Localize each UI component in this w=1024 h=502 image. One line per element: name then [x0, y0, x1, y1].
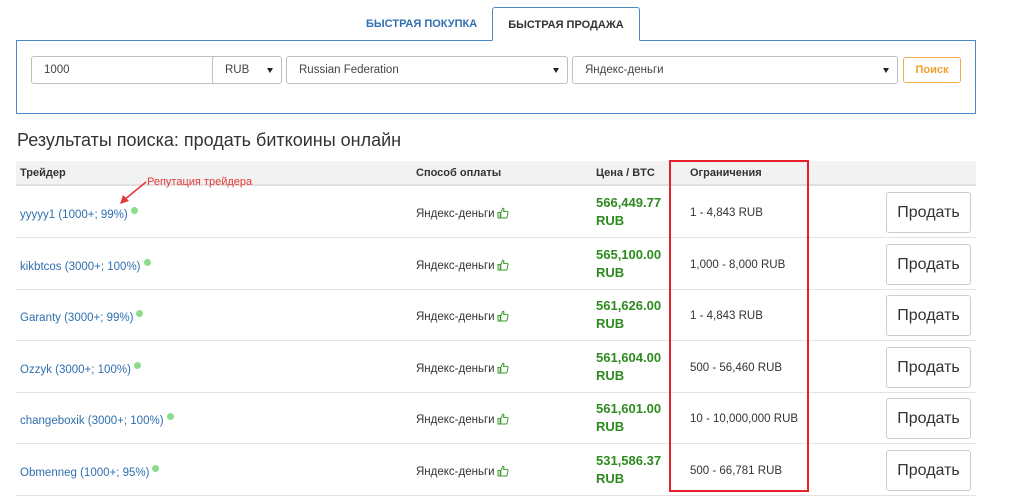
price-value: 566,449.77 — [596, 195, 662, 210]
currency-select[interactable]: RUB — [212, 56, 282, 84]
annotation-arrow-icon — [120, 181, 147, 204]
online-status-icon — [152, 464, 160, 472]
trader-link[interactable]: kikbtcos (3000+; 100%) — [20, 258, 151, 273]
limits-cell: 1 - 4,843 RUB — [690, 207, 763, 219]
sell-button[interactable]: Продать — [886, 398, 971, 439]
amount-input[interactable]: 1000 — [31, 56, 221, 84]
online-status-icon — [133, 361, 141, 369]
trader-name: Obmenneg (1000+; 95%) — [20, 466, 150, 479]
price-cell: 565,100.00 RUB — [596, 246, 661, 282]
price-value: 565,100.00 — [596, 246, 662, 262]
trader-link[interactable]: Obmenneg (1000+; 95%) — [20, 464, 160, 479]
trader-name: changeboxik (3000+; 100%) — [20, 415, 164, 427]
payment-method-label: Яндекс-деньги — [416, 208, 495, 220]
table-row: kikbtcos (3000+; 100%) Яндекс-деньги 565… — [16, 238, 976, 290]
trader-link[interactable]: Ozzyk (3000+; 100%) — [20, 361, 141, 376]
price-currency: RUB — [596, 419, 625, 434]
tab-quick-buy[interactable]: БЫСТРАЯ ПОКУПКА — [351, 7, 492, 41]
price-cell: 561,601.00 RUB — [596, 400, 661, 436]
price-currency: RUB — [596, 316, 625, 331]
page: БЫСТРАЯ ПОКУПКА БЫСТРАЯ ПРОДАЖА 1000 RUB… — [0, 0, 1024, 502]
price-currency: RUB — [596, 470, 625, 486]
thumbs-up-icon — [497, 413, 509, 425]
trader-name: Garanty (3000+; 99%) — [20, 312, 134, 324]
price-cell: 561,604.00 RUB — [596, 349, 661, 385]
payment-method-label: Яндекс-деньги — [416, 259, 495, 272]
price-value: 531,586.37 — [596, 452, 662, 468]
sell-button[interactable]: Продать — [886, 192, 971, 233]
online-status-icon — [136, 310, 144, 317]
trader-link[interactable]: changeboxik (3000+; 100%) — [20, 413, 174, 427]
trader-name: Ozzyk (3000+; 100%) — [20, 363, 131, 376]
header-trader: Трейдер — [20, 167, 66, 179]
trader-link[interactable]: Garanty (3000+; 99%) — [20, 310, 144, 324]
payment-method-cell: Яндекс-деньги — [416, 310, 509, 323]
price-currency: RUB — [596, 213, 625, 228]
price-value: 561,601.00 — [596, 401, 662, 416]
trader-name: yyyyy1 (1000+; 99%) — [20, 209, 128, 221]
header-method: Способ оплаты — [416, 167, 502, 179]
price-cell: 531,586.37 RUB — [596, 452, 661, 488]
thumbs-up-icon — [497, 207, 509, 219]
limits-cell: 1,000 - 8,000 RUB — [690, 258, 786, 271]
trader-name: kikbtcos (3000+; 100%) — [20, 260, 141, 273]
tab-quick-sell[interactable]: БЫСТРАЯ ПРОДАЖА — [492, 7, 640, 41]
price-cell: 561,626.00 RUB — [596, 297, 661, 333]
trader-link[interactable]: yyyyy1 (1000+; 99%) — [20, 207, 138, 221]
search-button[interactable]: Поиск — [903, 57, 961, 83]
online-status-icon — [166, 413, 174, 420]
limits-cell: 10 - 10,000,000 RUB — [690, 413, 799, 425]
table-row: yyyyy1 (1000+; 99%) Яндекс-деньги 566,44… — [16, 187, 976, 238]
limits-cell: 500 - 66,781 RUB — [690, 464, 783, 477]
table-row: Obmenneg (1000+; 95%) Яндекс-деньги 531,… — [16, 444, 976, 496]
payment-method-label: Яндекс-деньги — [416, 311, 495, 323]
thumbs-up-icon — [497, 362, 509, 373]
payment-method-cell: Яндекс-деньги — [416, 362, 509, 375]
limits-cell: 1 - 4,843 RUB — [690, 310, 763, 322]
results-title: Результаты поиска: продать биткоины онла… — [17, 130, 402, 150]
table-row: changeboxik (3000+; 100%) Яндекс-деньги … — [16, 393, 976, 444]
reputation-annotation: Репутация трейдера — [147, 176, 253, 188]
payment-method-cell: Яндекс-деньги — [416, 259, 509, 272]
sell-button[interactable]: Продать — [886, 295, 971, 336]
table-row: Ozzyk (3000+; 100%) Яндекс-деньги 561,60… — [16, 341, 976, 393]
thumbs-up-icon — [497, 310, 509, 322]
price-value: 561,604.00 — [596, 349, 662, 365]
price-cell: 566,449.77 RUB — [596, 194, 661, 230]
payment-method-cell: Яндекс-деньги — [416, 207, 509, 220]
payment-method-label: Яндекс-деньги — [416, 362, 495, 375]
limits-cell: 500 - 56,460 RUB — [690, 361, 783, 374]
sell-button[interactable]: Продать — [886, 346, 971, 388]
online-status-icon — [143, 258, 151, 266]
payment-method-select[interactable]: Яндекс-деньги — [572, 56, 898, 84]
trade-tabs: БЫСТРАЯ ПОКУПКА БЫСТРАЯ ПРОДАЖА — [351, 7, 640, 41]
search-panel: 1000 RUB Russian Federation Яндекс-деньг… — [16, 40, 976, 114]
header-limits: Ограничения — [690, 167, 762, 179]
price-currency: RUB — [596, 367, 625, 383]
sell-button[interactable]: Продать — [886, 243, 971, 285]
payment-method-cell: Яндекс-деньги — [416, 413, 509, 426]
country-select[interactable]: Russian Federation — [286, 56, 568, 84]
online-status-icon — [130, 207, 138, 214]
payment-method-label: Яндекс-деньги — [416, 465, 495, 478]
thumbs-up-icon — [497, 259, 509, 270]
thumbs-up-icon — [497, 465, 509, 476]
price-currency: RUB — [596, 264, 625, 280]
price-value: 561,626.00 — [596, 298, 662, 313]
payment-method-cell: Яндекс-деньги — [416, 465, 509, 478]
payment-method-label: Яндекс-деньги — [416, 414, 495, 426]
header-price: Цена / BTC — [596, 167, 655, 179]
sell-button[interactable]: Продать — [886, 449, 971, 491]
table-row: Garanty (3000+; 99%) Яндекс-деньги 561,6… — [16, 290, 976, 341]
